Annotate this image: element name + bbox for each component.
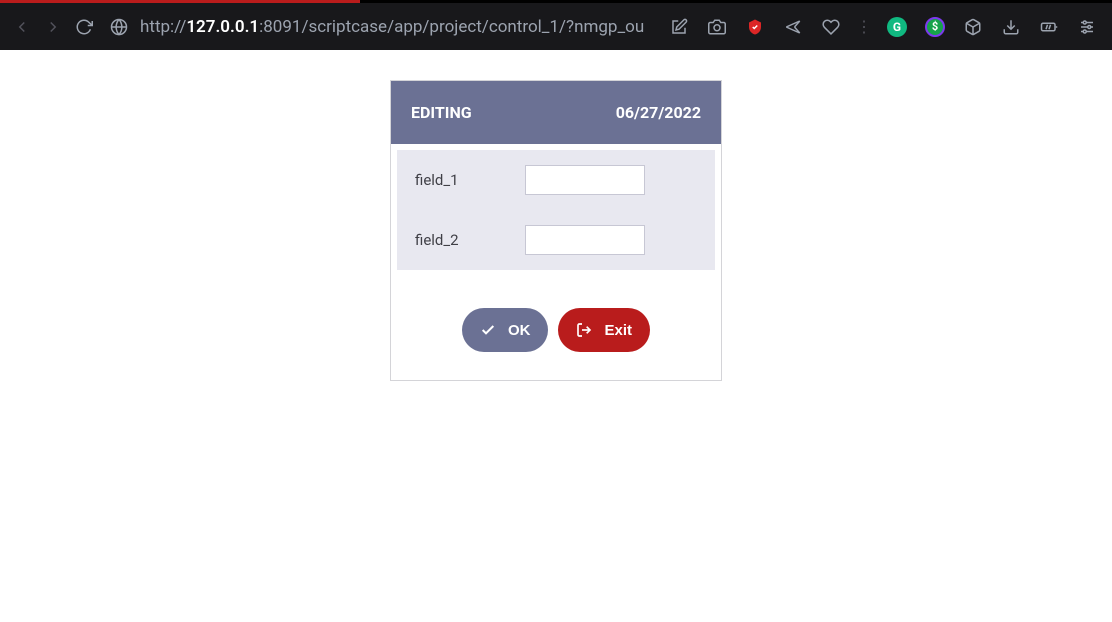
form-footer: OK Exit: [391, 276, 721, 380]
form-date: 06/27/2022: [616, 103, 701, 122]
field-2-input[interactable]: [525, 225, 645, 255]
globe-icon: [110, 18, 128, 36]
shield-icon-button[interactable]: [740, 12, 770, 42]
field-1-input[interactable]: [525, 165, 645, 195]
chevron-left-icon: [13, 18, 31, 36]
forward-button[interactable]: [41, 10, 66, 44]
send-icon-button[interactable]: [778, 12, 808, 42]
top-accent-bar: [0, 0, 360, 3]
download-icon-button[interactable]: [996, 12, 1026, 42]
exit-button[interactable]: Exit: [558, 308, 650, 352]
package-icon: [964, 18, 982, 36]
form-title: EDITING: [411, 103, 472, 122]
exit-button-label: Exit: [604, 322, 632, 339]
edit-icon-button[interactable]: [664, 12, 694, 42]
more-dots[interactable]: ⋮: [854, 17, 874, 36]
form-body: field_1 field_2: [397, 150, 715, 270]
url-text: http://127.0.0.1:8091/scriptcase/app/pro…: [140, 17, 644, 37]
grammarly-icon: G: [887, 17, 907, 37]
ok-button-label: OK: [508, 322, 531, 339]
back-button[interactable]: [10, 10, 35, 44]
form-card: EDITING 06/27/2022 field_1 field_2 OK Ex…: [390, 80, 722, 381]
form-header: EDITING 06/27/2022: [391, 81, 721, 144]
heart-icon-button[interactable]: [816, 12, 846, 42]
reload-icon: [75, 18, 93, 36]
check-icon: [480, 322, 496, 338]
chevron-right-icon: [44, 18, 62, 36]
sliders-icon: [1078, 18, 1096, 36]
battery-icon: [1040, 18, 1058, 36]
camera-icon-button[interactable]: [702, 12, 732, 42]
shield-icon: [746, 18, 764, 36]
send-icon: [784, 18, 802, 36]
reload-button[interactable]: [71, 10, 96, 44]
field-label: field_2: [415, 231, 525, 249]
form-row: field_2: [397, 210, 715, 270]
download-icon: [1002, 18, 1020, 36]
camera-icon: [708, 18, 726, 36]
grammarly-badge[interactable]: G: [882, 12, 912, 42]
form-row: field_1: [397, 150, 715, 210]
field-label: field_1: [415, 171, 525, 189]
ok-button[interactable]: OK: [462, 308, 549, 352]
sign-out-icon: [576, 322, 592, 338]
address-bar[interactable]: http://127.0.0.1:8091/scriptcase/app/pro…: [110, 17, 650, 37]
browser-toolbar: http://127.0.0.1:8091/scriptcase/app/pro…: [0, 3, 1112, 50]
battery-icon-button[interactable]: [1034, 12, 1064, 42]
edit-icon: [670, 18, 688, 36]
dollar-icon: $: [925, 17, 945, 37]
dollar-badge[interactable]: $: [920, 12, 950, 42]
heart-icon: [822, 18, 840, 36]
settings-icon-button[interactable]: [1072, 12, 1102, 42]
package-icon-button[interactable]: [958, 12, 988, 42]
